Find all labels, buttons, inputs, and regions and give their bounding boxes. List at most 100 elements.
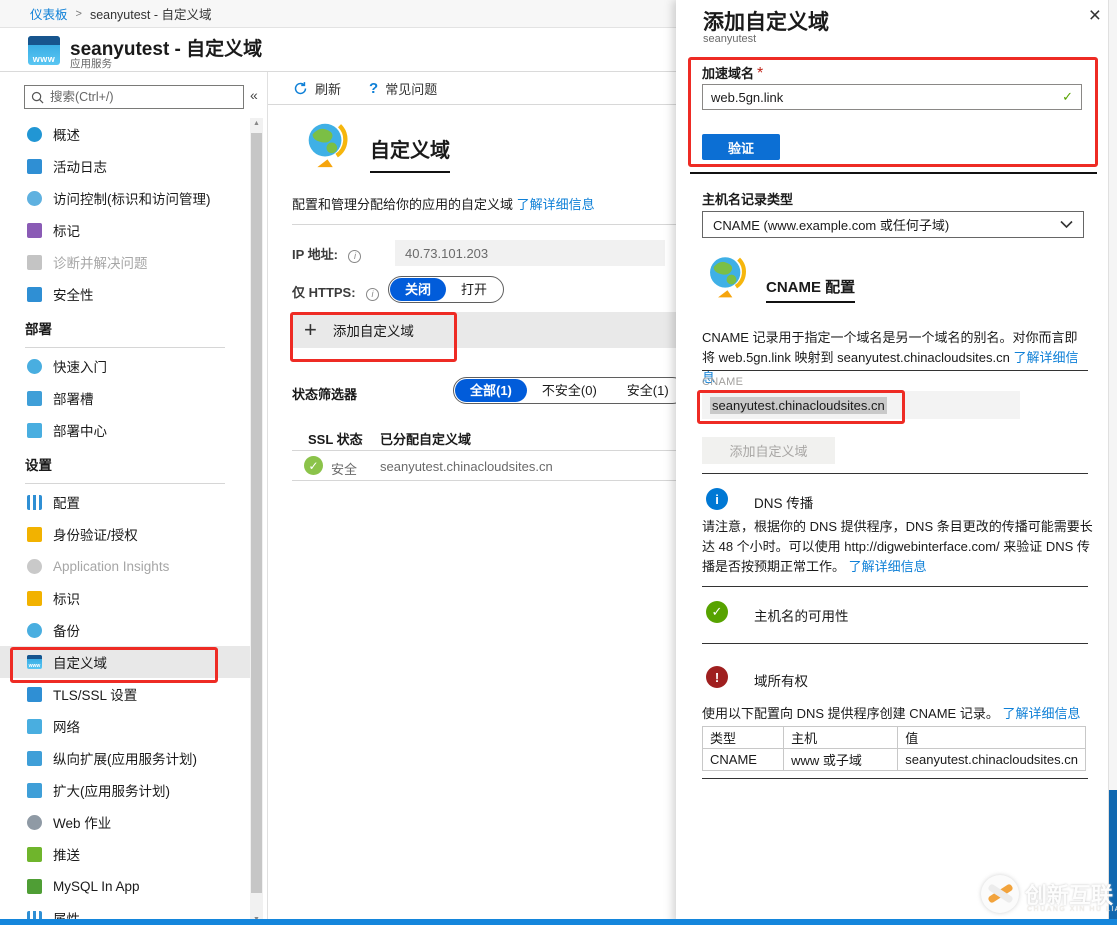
sidebar-item-deployment-slots[interactable]: 部署槽 [0,382,250,414]
sidebar-item-label: 快速入门 [53,360,107,375]
info-icon[interactable]: i [366,287,380,301]
sidebar-item-label: 活动日志 [53,160,107,175]
availability-check-icon: ✓ [706,601,728,623]
close-icon[interactable]: × [1089,4,1101,28]
filter-all[interactable]: 全部(1) [455,379,527,402]
sidebar-collapse-button[interactable]: « [250,87,258,103]
sidebar-item-label: 部署中心 [53,424,107,439]
divider [702,643,1088,644]
scroll-up-icon[interactable]: ▲ [250,120,263,127]
wrench-icon [27,254,42,270]
hostname-record-type-select[interactable]: CNAME (www.example.com 或任何子域) [702,211,1084,238]
sidebar-item-overview[interactable]: 概述 [0,118,250,150]
sidebar-item-backup[interactable]: 备份 [0,614,250,646]
info-icon[interactable]: i [348,249,362,263]
learn-more-link[interactable]: 了解详细信息 [1002,706,1080,721]
sidebar-item-security[interactable]: 安全性 [0,278,250,310]
sidebar-scrollbar-thumb[interactable] [251,133,262,893]
refresh-button[interactable]: 刷新 [293,79,341,98]
cname-globe-icon [710,257,746,298]
faq-button[interactable]: ? 常见问题 [369,79,437,98]
sidebar-item-scale-up[interactable]: 纵向扩展(应用服务计划) [0,742,250,774]
sidebar-item-push[interactable]: 推送 [0,838,250,870]
table-row: CNAME www 或子域 seanyutest.chinacloudsites… [701,748,1086,771]
divider [702,473,1088,474]
lightbulb-icon [27,558,42,574]
info-circle-icon: i [706,488,728,510]
status-filter-label: 状态筛选器 [292,387,358,402]
cname-value-selected-text: seanyutest.chinacloudsites.cn [710,396,887,414]
sidebar-item-label: Web 作业 [53,816,112,831]
sidebar-item-access-control[interactable]: 访问控制(标识和访问管理) [0,182,250,214]
refresh-icon [294,81,307,94]
divider [702,586,1088,587]
domain-name-input[interactable] [711,89,1063,105]
cname-description: CNAME 记录用于指定一个域名是另一个域名的别名。对你而言即将 web.5gn… [702,330,1079,386]
sidebar-item-label: TLS/SSL 设置 [53,688,138,703]
sidebar-item-label: 访问控制(标识和访问管理) [53,192,211,207]
ip-address-value: 40.73.101.203 [395,240,665,266]
row-domain: seanyutest.chinacloudsites.cn [380,459,553,474]
https-off-option[interactable]: 关闭 [390,278,447,301]
search-input[interactable] [50,90,237,104]
sidebar-item-label: 备份 [53,624,80,639]
sidebar-item-identity[interactable]: 标识 [0,582,250,614]
domain-ownership-title: 域所有权 [754,674,808,689]
divider [702,778,1088,779]
validate-button[interactable]: 验证 [702,134,780,160]
sidebar-item-label: 纵向扩展(应用服务计划) [53,752,197,767]
sidebar-item-network[interactable]: 网络 [0,710,250,742]
sliders-icon [27,494,42,510]
panel-title: 添加自定义域 [703,11,829,34]
sidebar-item-label: 身份验证/授权 [53,528,138,543]
sidebar-item-authentication[interactable]: 身份验证/授权 [0,518,250,550]
gear-globe-icon [27,814,42,830]
sidebar-item-activity-log[interactable]: 活动日志 [0,150,250,182]
network-icon [27,718,42,734]
panel-subtitle: seanyutest [703,33,757,45]
custom-domains-www-icon: www [27,655,42,669]
required-asterisk: * [757,65,764,82]
filter-secure[interactable]: 安全(1) [612,379,684,402]
cname-label: CNAME [702,376,744,388]
sidebar-item-label: 安全性 [53,288,94,303]
sidebar-item-custom-domains[interactable]: www 自定义域 [0,646,250,678]
add-custom-domain-disabled-button: 添加自定义域 [702,437,835,464]
learn-more-link[interactable]: 了解详细信息 [517,197,595,212]
question-icon: ? [369,79,379,97]
sidebar-item-tls-ssl[interactable]: TLS/SSL 设置 [0,678,250,710]
sidebar-scrollbar[interactable]: ▲ ▼ [250,118,263,925]
sidebar-item-application-insights: Application Insights [0,550,250,582]
sidebar-item-diagnose: 诊断并解决问题 [0,246,250,278]
sidebar-item-label: 标识 [53,592,80,607]
https-on-option[interactable]: 打开 [446,278,502,301]
sidebar-item-mysql-in-app[interactable]: MySQL In App [0,870,250,902]
access-control-icon [27,190,42,206]
row-status: 安全 [331,462,358,477]
sidebar-item-deployment-center[interactable]: 部署中心 [0,414,250,446]
sidebar-item-configuration[interactable]: 配置 [0,486,250,518]
breadcrumb-dashboard-link[interactable]: 仪表板 [30,4,68,23]
https-only-toggle: 关闭 打开 [388,276,505,303]
dns-propagation-title: DNS 传播 [754,496,814,511]
sidebar-item-scale-out[interactable]: 扩大(应用服务计划) [0,774,250,806]
shield-icon [27,286,42,302]
cname-config-title: CNAME 配置 [766,276,856,303]
domain-name-field: ✓ [702,84,1082,110]
scale-out-icon [27,782,42,798]
cloud-icon [27,622,42,638]
chevron-down-icon [1060,220,1073,229]
sidebar-item-webjobs[interactable]: Web 作业 [0,806,250,838]
sidebar-item-tags[interactable]: 标记 [0,214,250,246]
sidebar-item-label: 自定义域 [53,656,107,671]
sidebar-item-quickstart[interactable]: 快速入门 [0,350,250,382]
learn-more-link[interactable]: 了解详细信息 [849,559,927,574]
sidebar-item-label: Application Insights [53,558,170,574]
divider [702,370,1088,371]
cname-value-field[interactable]: seanyutest.chinacloudsites.cn [702,391,1020,419]
secure-check-icon: ✓ [304,456,323,475]
panel-scrollbar[interactable] [1108,0,1117,925]
filter-insecure[interactable]: 不安全(0) [527,379,612,402]
activity-log-icon [27,158,42,174]
domain-name-label: 加速域名 * [702,65,764,82]
